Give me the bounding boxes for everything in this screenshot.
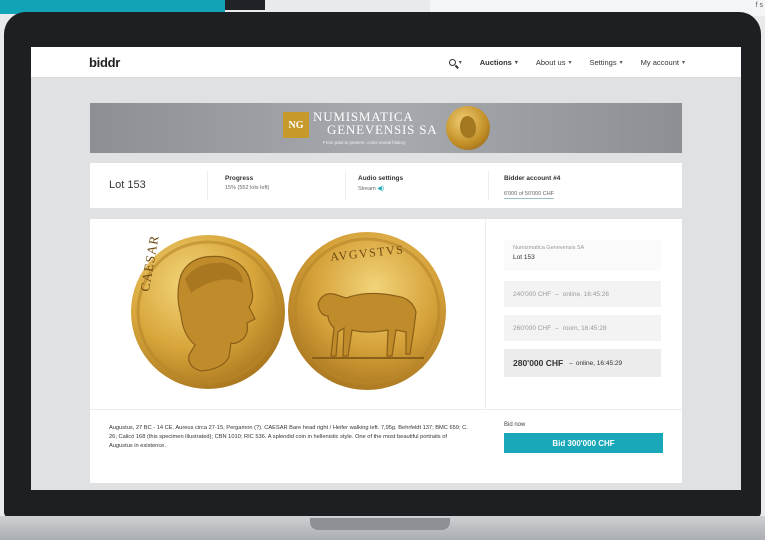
progress-block: Progress 15% (552 lots left) [225,175,269,191]
background-paper-text: f s [755,2,763,9]
bid-source: room, 16:45:28 [562,324,607,332]
audio-settings-title: Audio settings [358,175,404,182]
search-icon [448,59,456,66]
chevron-down-icon: ▾ [568,60,572,66]
coin-reverse-image[interactable]: AVGVSTVS [288,232,446,390]
divider [345,171,346,200]
bid-separator: – [555,290,559,298]
coin-images: CAESAR AVGVSTVS [90,219,485,409]
laptop-screen: biddr ▾ Auctions ▾ About us ▾ Settings ▾… [31,47,741,490]
bid-history-row: 260'000 CHF – room, 16:45:28 [504,315,661,341]
auction-house-name: NUMISMATICA GENEVENSIS SA [313,110,437,136]
bid-now-label: Bid now [504,422,526,428]
latest-bid-row: 280'000 CHF – online, 16:45:29 [504,349,661,377]
bid-source: online, 16:45:26 [562,290,609,298]
top-navbar: biddr ▾ Auctions ▾ About us ▾ Settings ▾… [31,47,741,78]
bid-auctioneer: Numismatica Genevensis SA [513,245,585,251]
bid-history-panel: Numismatica Genevensis SA Lot 153 240'00… [485,219,682,409]
bid-amount: 260'000 CHF [513,324,552,332]
nav-my-account-label: My account [640,58,679,67]
divider [488,171,489,200]
bid-lot-number: Lot 153 [513,254,535,261]
lot-info-bar: Lot 153 Progress 15% (552 lots left) Aud… [90,163,682,208]
nav-my-account[interactable]: My account ▾ [641,58,685,67]
progress-title: Progress [225,175,254,182]
bid-separator: – [555,324,559,332]
nav-settings-label: Settings [589,58,617,67]
bidder-account-title: Bidder account #4 [504,175,561,182]
bid-amount: 240'000 CHF [513,290,552,298]
chevron-down-icon: ▾ [458,60,462,66]
lot-panel: CAESAR AVGVSTVS Numismatica Genevensis S… [90,219,682,483]
divider [90,409,682,410]
chevron-down-icon: ▾ [514,60,518,66]
chevron-down-icon: ▾ [619,60,623,66]
bid-separator: – [569,359,573,367]
latest-bid-source: online, 16:45:29 [575,359,623,367]
nav-search[interactable]: ▾ [448,59,462,66]
speaker-icon[interactable]: ◀) [377,186,384,192]
nav-auctions[interactable]: Auctions ▾ [480,58,518,67]
auction-house-name-line2: GENEVENSIS SA [327,122,438,137]
banner-coin-image [446,106,490,150]
auction-house-tagline: From past to present, coins reveal histo… [323,140,406,145]
latest-bid-amount: 280'000 CHF [513,358,564,368]
progress-value: 15% (552 lots left) [225,185,270,191]
nav-settings[interactable]: Settings ▾ [590,58,623,67]
chevron-down-icon: ▾ [681,60,685,66]
lot-description: Augustus, 27 BC - 14 CE. Aureus circa 27… [109,425,468,449]
laptop-notch [310,518,450,530]
audio-settings-value: Stream ◀) [358,185,403,192]
place-bid-button[interactable]: Bid 300'000 CHF [504,433,663,453]
bid-lot-header: Numismatica Genevensis SA Lot 153 [504,240,661,271]
biddr-logo[interactable]: biddr [89,55,120,70]
nav-about-us[interactable]: About us ▾ [536,58,572,67]
auction-house-monogram: NG [283,112,309,138]
nav-about-us-label: About us [535,58,566,67]
bidder-account-block: Bidder account #4 6'000 of 50'000 CHF [504,175,560,200]
nav-menu: ▾ Auctions ▾ About us ▾ Settings ▾ My ac… [448,47,685,78]
bid-history-row: 240'000 CHF – online, 16:45:26 [504,281,661,307]
background-dark-panel [225,0,265,10]
current-lot: Lot 153 [109,179,146,191]
audio-stream-label: Stream [358,186,376,192]
divider [207,171,208,200]
nav-auctions-label: Auctions [479,58,512,67]
audio-settings-block[interactable]: Audio settings Stream ◀) [358,175,403,192]
auction-house-banner: NG NUMISMATICA GENEVENSIS SA From past t… [90,103,682,153]
bidder-account-limit[interactable]: 6'000 of 50'000 CHF [504,191,555,199]
coin-obverse-image[interactable]: CAESAR [131,234,285,389]
